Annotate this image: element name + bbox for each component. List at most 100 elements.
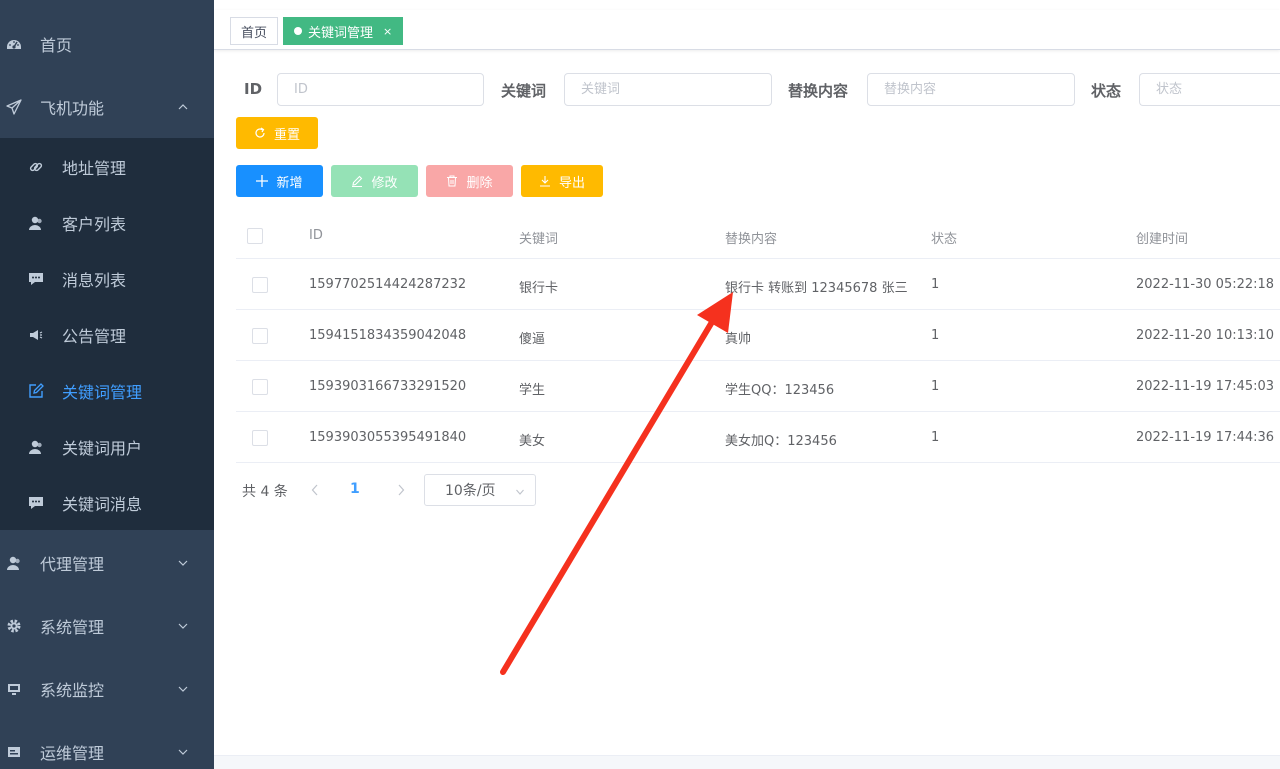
page-size-select[interactable]: 10条/页 (424, 474, 536, 506)
table-row[interactable]: 1593903166733291520 学生 学生QQ：123456 1 202… (236, 361, 1280, 412)
sidebar-item-announcements[interactable]: 公告管理 (0, 307, 214, 363)
prev-page-icon[interactable] (308, 481, 322, 499)
cell-keyword: 银行卡 (519, 281, 559, 296)
dashboard-icon (6, 36, 22, 52)
cell-replace: 学生QQ：123456 (725, 383, 835, 398)
delete-button[interactable]: 删除 (426, 165, 513, 197)
chevron-down-icon (515, 485, 525, 501)
status-input[interactable] (1139, 73, 1280, 106)
page-number-current[interactable]: 1 (350, 481, 360, 497)
sidebar: 首页 飞机功能 地址管理 客户列表 消息列表 公告管理 关键词管理 关键词用户 … (0, 0, 214, 769)
table-row[interactable]: 1597702514424287232 银行卡 银行卡 转账到 12345678… (236, 259, 1280, 310)
menu-item-label: 系统管理 (40, 618, 105, 637)
chevron-down-icon (177, 620, 189, 632)
tool-icon (6, 744, 22, 760)
monitor-icon (6, 681, 22, 697)
tag-keyword-management[interactable]: 关键词管理 × (283, 17, 404, 45)
cell-created: 2022-11-20 10:13:10 (1136, 328, 1275, 343)
active-dot-icon (294, 27, 302, 35)
page-footer-divider (214, 755, 1280, 769)
menu-item-plane-functions[interactable]: 飞机功能 (0, 83, 214, 131)
trash-icon (446, 175, 458, 187)
tag-home[interactable]: 首页 (230, 17, 279, 45)
keyword-input[interactable] (564, 73, 772, 106)
reset-button[interactable]: 重置 (236, 117, 318, 149)
plus-icon (256, 175, 269, 187)
column-header-created: 创建时间 (1136, 232, 1189, 247)
tags-view: 首页 关键词管理 × (214, 10, 1280, 50)
sidebar-item-customers[interactable]: 客户列表 (0, 195, 214, 251)
id-label: ID (244, 80, 263, 98)
tag-label: 首页 (241, 25, 268, 41)
sidebar-item-address[interactable]: 地址管理 (0, 139, 214, 195)
add-button-label: 新增 (276, 175, 303, 191)
table-header: ID 关键词 替换内容 状态 创建时间 (236, 212, 1280, 259)
cell-id: 1593903166733291520 (309, 379, 467, 394)
add-button[interactable]: 新增 (236, 165, 323, 197)
menu-item-label: 代理管理 (40, 555, 105, 574)
menu-item-system-monitor[interactable]: 系统监控 (0, 665, 214, 713)
cell-created: 2022-11-19 17:44:36 (1136, 430, 1275, 445)
cell-status: 1 (931, 430, 940, 445)
message-icon (28, 271, 44, 287)
page-size-value: 10条/页 (445, 483, 496, 499)
cell-replace: 真帅 (725, 332, 752, 347)
sidebar-item-label: 关键词用户 (62, 439, 143, 458)
pagination-total: 共 4 条 (242, 484, 288, 500)
cell-id: 1594151834359042048 (309, 328, 467, 343)
gear-icon (6, 618, 22, 634)
replace-content-input[interactable] (867, 73, 1075, 106)
download-icon (539, 175, 551, 187)
sidebar-item-keyword-users[interactable]: 关键词用户 (0, 419, 214, 475)
chevron-up-icon (177, 101, 189, 113)
chevron-down-icon (177, 746, 189, 758)
sidebar-item-label: 消息列表 (62, 271, 127, 290)
table-row[interactable]: 1593903055395491840 美女 美女加Q：123456 1 202… (236, 412, 1280, 463)
cell-replace: 美女加Q：123456 (725, 434, 837, 449)
sidebar-item-label: 客户列表 (62, 215, 127, 234)
menu-item-label: 系统监控 (40, 681, 105, 700)
menu-item-home[interactable]: 首页 (0, 20, 214, 68)
menu-item-label: 飞机功能 (40, 99, 105, 118)
next-page-icon[interactable] (394, 481, 408, 499)
export-button[interactable]: 导出 (521, 165, 603, 197)
tag-label: 关键词管理 (308, 25, 374, 41)
menu-item-agent-management[interactable]: 代理管理 (0, 539, 214, 587)
user-icon (6, 555, 22, 571)
menu-item-ops-management[interactable]: 运维管理 (0, 728, 214, 769)
cell-keyword: 学生 (519, 383, 546, 398)
sidebar-item-keywords[interactable]: 关键词管理 (0, 363, 214, 419)
chevron-down-icon (177, 557, 189, 569)
cell-id: 1597702514424287232 (309, 277, 467, 292)
sidebar-item-keyword-messages[interactable]: 关键词消息 (0, 475, 214, 531)
row-checkbox[interactable] (252, 379, 268, 395)
id-input[interactable] (277, 73, 484, 106)
replace-content-label: 替换内容 (788, 82, 849, 100)
menu-item-system-management[interactable]: 系统管理 (0, 602, 214, 650)
row-checkbox[interactable] (252, 430, 268, 446)
sidebar-item-label: 地址管理 (62, 159, 127, 178)
edit-button-label: 修改 (371, 175, 398, 191)
cell-keyword: 傻逼 (519, 332, 546, 347)
edit-button[interactable]: 修改 (331, 165, 418, 197)
edit-icon (351, 175, 363, 187)
keyword-label: 关键词 (501, 82, 547, 100)
table-row[interactable]: 1594151834359042048 傻逼 真帅 1 2022-11-20 1… (236, 310, 1280, 361)
cell-status: 1 (931, 277, 940, 292)
row-checkbox[interactable] (252, 328, 268, 344)
export-button-label: 导出 (558, 175, 585, 191)
close-icon[interactable]: × (383, 25, 392, 38)
select-all-checkbox[interactable] (247, 228, 263, 244)
megaphone-icon (28, 327, 44, 343)
edit-icon (28, 383, 44, 399)
message-icon (28, 495, 44, 511)
sidebar-item-label: 关键词消息 (62, 495, 143, 514)
menu-item-label: 首页 (40, 36, 73, 55)
column-header-replace: 替换内容 (725, 232, 778, 247)
row-checkbox[interactable] (252, 277, 268, 293)
menu-item-label: 运维管理 (40, 744, 105, 763)
link-icon (28, 159, 44, 175)
cell-created: 2022-11-30 05:22:18 (1136, 277, 1275, 292)
sidebar-item-messages[interactable]: 消息列表 (0, 251, 214, 307)
cell-replace: 银行卡 转账到 12345678 张三 (725, 281, 908, 296)
